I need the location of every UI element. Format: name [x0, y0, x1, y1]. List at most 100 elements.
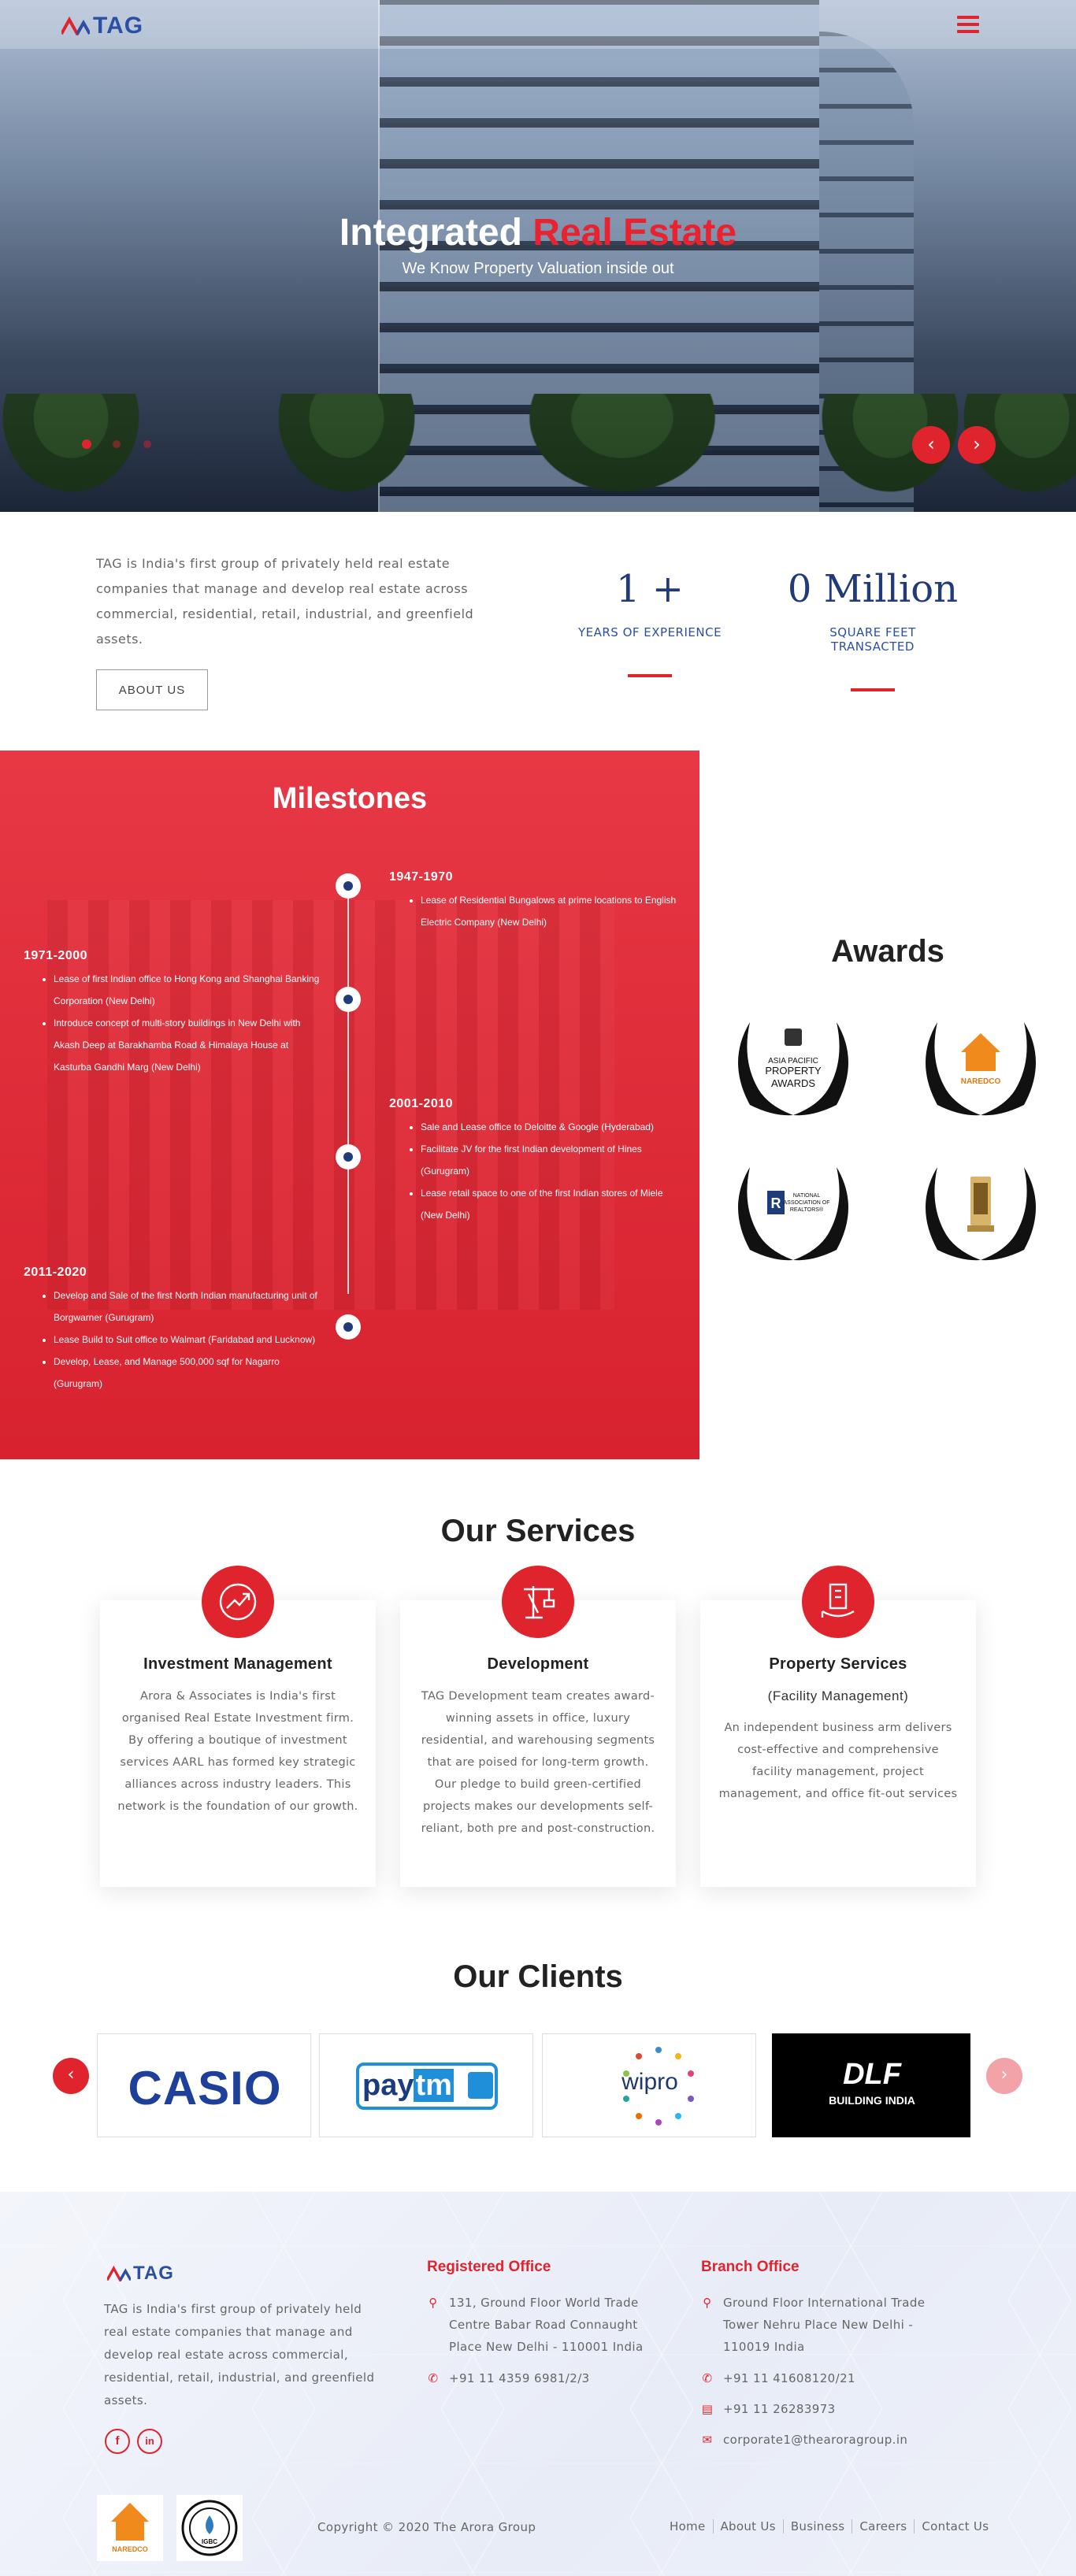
registered-address: ⚲ 131, Ground Floor World Trade Centre B…	[427, 2292, 663, 2358]
client-logo-paytm: paytm	[319, 2033, 533, 2137]
milestone-point: Develop, Lease, and Manage 500,000 sqf f…	[54, 1351, 323, 1395]
hero-title: Integrated Real Estate	[0, 211, 1076, 254]
footer-link-home[interactable]: Home	[670, 2519, 714, 2533]
svg-text:R: R	[771, 1195, 781, 1211]
milestone-year: 2011-2020	[24, 1266, 87, 1279]
service-title: Property Services	[769, 1655, 907, 1673]
hamburger-menu-button[interactable]	[957, 16, 979, 33]
branch-email[interactable]: ✉ corporate1@thearoragroup.in	[701, 2429, 937, 2451]
logo-text: TAG	[133, 2263, 174, 2284]
services-title: Our Services	[440, 1514, 636, 1548]
hero-next-button[interactable]: ›	[958, 426, 996, 464]
stat-experience: 1 + YEARS OF EXPERIENCE	[563, 567, 737, 677]
hero-title-red: Real Estate	[532, 212, 737, 254]
award-text: ASSOCIATION OF	[784, 1200, 830, 1206]
timeline-node	[336, 1144, 361, 1169]
milestone-point: Sale and Lease office to Deloitte & Goog…	[421, 1116, 681, 1138]
stat-value: 0 Million	[787, 567, 959, 611]
award-asia-pacific: ASIA PACIFIC PROPERTY AWARDS	[738, 1022, 848, 1116]
award-text: REALTORS®	[790, 1206, 824, 1213]
milestone-point: Develop and Sale of the first North Indi…	[54, 1284, 323, 1329]
crest-icon	[785, 1029, 802, 1046]
milestone-point: Lease of first Indian office to Hong Kon…	[54, 968, 323, 1012]
stat-label: SQUARE FEET TRANSACTED	[829, 625, 916, 654]
milestone-point: Lease retail space to one of the first I…	[421, 1182, 681, 1226]
logo-mountain-icon	[61, 17, 90, 35]
registered-phone[interactable]: ✆ +91 11 4359 6981/2/3	[427, 2367, 663, 2389]
igbc-badge: IGBC	[176, 2495, 243, 2561]
footer-link-business[interactable]: Business	[784, 2519, 853, 2533]
milestone-2011-2020: 2011-2020 Develop and Sale of the first …	[24, 1266, 323, 1395]
client-logo-casio: CASIO	[97, 2033, 311, 2137]
timeline-node	[336, 987, 361, 1012]
wallet-icon	[468, 2072, 493, 2099]
chevron-right-icon: ›	[1000, 2065, 1008, 2085]
award-text: AWARDS	[771, 1077, 815, 1089]
milestone-point: Facilitate JV for the first Indian devel…	[421, 1138, 681, 1182]
clients-next-button[interactable]: ›	[986, 2058, 1022, 2094]
award-text: NAREDCO	[961, 1077, 1001, 1086]
footer-link-about[interactable]: About Us	[714, 2519, 784, 2533]
branch-fax[interactable]: ▤ +91 11 26283973	[701, 2398, 937, 2420]
service-title: Investment Management	[143, 1655, 332, 1673]
about-us-button[interactable]: ABOUT US	[96, 669, 208, 710]
slide-dot-1[interactable]	[82, 439, 91, 449]
client-logo-wipro: wipro	[542, 2033, 756, 2137]
envelope-icon: ✉	[702, 2433, 713, 2447]
award-trophy	[926, 1167, 1036, 1261]
stat-square-feet: 0 Million SQUARE FEET TRANSACTED	[786, 567, 959, 691]
milestone-1947-1970: 1947-1970 Lease of Residential Bungalows…	[389, 870, 688, 933]
slide-dot-2[interactable]	[113, 440, 121, 448]
award-nar: R NATIONAL ASSOCIATION OF REALTORS®	[738, 1167, 848, 1261]
site-logo[interactable]: TAG	[61, 13, 143, 39]
fax-icon: ▤	[701, 2402, 714, 2416]
slide-dot-3[interactable]	[143, 440, 151, 448]
chevron-right-icon: ›	[973, 433, 981, 455]
milestones-title: Milestones	[272, 782, 428, 815]
milestone-point: Lease Build to Suit office to Walmart (F…	[54, 1329, 323, 1351]
footer-link-careers[interactable]: Careers	[852, 2519, 915, 2533]
footer-logo[interactable]: TAG	[107, 2263, 174, 2285]
logo-text: TAG	[93, 13, 144, 39]
svg-text:IGBC: IGBC	[202, 2538, 217, 2545]
registered-office-title: Registered Office	[427, 2259, 551, 2275]
trophy-icon	[967, 1177, 994, 1232]
client-logo-dlf: DLF BUILDING INDIA	[772, 2033, 970, 2137]
map-pin-icon: ⚲	[429, 2296, 438, 2310]
award-naredco: NAREDCO	[926, 1022, 1036, 1116]
award-text: PROPERTY	[765, 1065, 822, 1077]
logo-mountain-icon	[107, 2266, 131, 2281]
naredco-badge: NAREDCO	[97, 2495, 163, 2561]
awards-title: Awards	[831, 934, 944, 969]
chevron-left-icon: ‹	[67, 2065, 75, 2085]
stat-underline	[851, 688, 895, 691]
facebook-icon[interactable]: f	[105, 2429, 130, 2454]
svg-text:NAREDCO: NAREDCO	[112, 2545, 148, 2553]
crane-icon	[502, 1566, 574, 1638]
phone-icon: ✆	[428, 2371, 439, 2385]
hero-banner: TAG Integrated Real Estate We Know Prope…	[0, 0, 1076, 512]
branch-phone[interactable]: ✆ +91 11 41608120/21	[701, 2367, 937, 2389]
milestone-year: 1971-2000	[24, 949, 88, 962]
service-description: TAG Development team creates award-winni…	[421, 1690, 655, 1835]
service-card-development[interactable]: Development TAG Development team creates…	[400, 1600, 676, 1887]
award-text: NATIONAL	[793, 1193, 821, 1199]
timeline-node	[336, 1314, 361, 1340]
clients-prev-button[interactable]: ‹	[53, 2058, 89, 2094]
milestone-year: 2001-2010	[389, 1097, 454, 1110]
linkedin-icon[interactable]: in	[137, 2429, 162, 2454]
branch-office-title: Branch Office	[701, 2259, 800, 2275]
copyright-text: Copyright © 2020 The Arora Group	[317, 2520, 536, 2534]
timeline-line	[347, 884, 349, 1294]
hamburger-icon	[957, 16, 979, 19]
hero-prev-button[interactable]: ‹	[912, 426, 950, 464]
service-card-investment[interactable]: Investment Management Arora & Associates…	[100, 1600, 376, 1887]
clients-title: Our Clients	[453, 1959, 623, 1994]
building-hand-icon	[802, 1566, 874, 1638]
laurel-wreath-icon	[738, 1167, 848, 1261]
service-card-property[interactable]: Property Services (Facility Management) …	[700, 1600, 976, 1887]
footer-link-contact[interactable]: Contact Us	[915, 2519, 996, 2533]
realtor-r-icon: R	[767, 1191, 785, 1214]
milestone-1971-2000: 1971-2000 Lease of first Indian office t…	[24, 949, 323, 1078]
branch-address: ⚲ Ground Floor International Trade Tower…	[701, 2292, 937, 2358]
